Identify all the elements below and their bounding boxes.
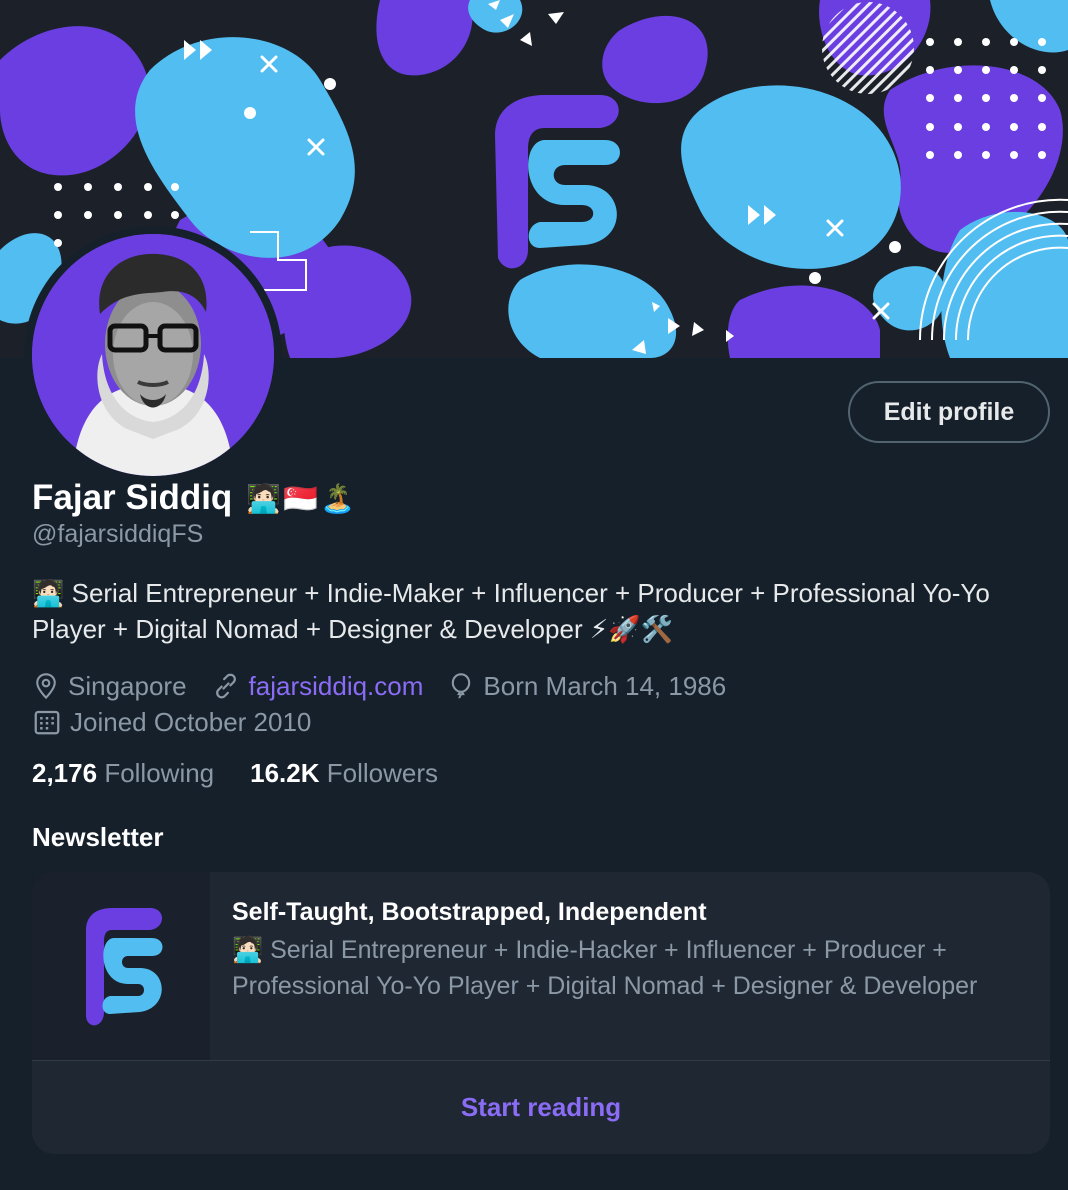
bio-line: Player + Digital Nomad + Designer & Deve… (32, 614, 673, 644)
follow-stats: 2,176 Following 16.2K Followers (32, 758, 438, 789)
birthday-text: Born March 14, 1986 (483, 671, 727, 701)
location-pin-icon (36, 673, 56, 700)
profile-name-row: Fajar Siddiq 🧑🏻‍💻 🇸🇬 🏝️ (32, 476, 355, 520)
newsletter-heading: Newsletter (32, 822, 164, 852)
technologist-emoji: 🧑🏻‍💻 (246, 482, 282, 514)
followers-count: 16.2K (250, 758, 320, 788)
newsletter-card[interactable]: Self-Taught, Bootstrapped, Independent 🧑… (32, 872, 1050, 1154)
profile-handle: @fajarsiddiqFS (32, 520, 204, 548)
location-text: Singapore (68, 671, 187, 701)
newsletter-title: Self-Taught, Bootstrapped, Independent (232, 898, 707, 926)
newsletter-logo (32, 872, 210, 1060)
birthday-item: Born March 14, 1986 (447, 668, 726, 704)
singapore-flag-emoji: 🇸🇬 (283, 482, 319, 514)
website-item[interactable]: fajarsiddiq.com (211, 668, 424, 704)
start-reading-button[interactable]: Start reading (32, 1061, 1050, 1154)
joined-item: Joined October 2010 (32, 704, 311, 740)
following-count: 2,176 (32, 758, 98, 788)
avatar-image (32, 234, 274, 476)
calendar-icon (34, 710, 60, 735)
newsletter-description: 🧑🏻‍💻 Serial Entrepreneur + Indie-Hacker … (232, 936, 978, 1000)
followers-label: Followers (326, 758, 439, 788)
profile-meta: Singapore fajarsiddiq.com Born March 14,… (32, 668, 1042, 740)
location-item: Singapore (32, 668, 187, 704)
balloon-icon (452, 673, 471, 699)
profile-avatar[interactable] (24, 226, 282, 484)
bio-line: 🧑🏻‍💻 Serial Entrepreneur + Indie-Maker +… (32, 578, 990, 608)
profile-bio: 🧑🏻‍💻 Serial Entrepreneur + Indie-Maker +… (32, 575, 1042, 647)
display-name: Fajar Siddiq (32, 478, 233, 517)
website-link[interactable]: fajarsiddiq.com (249, 668, 424, 704)
link-icon (215, 673, 236, 699)
followers-link[interactable]: 16.2K Followers (250, 758, 438, 789)
fs-logo-icon (86, 908, 163, 1026)
name-emoji-group: 🧑🏻‍💻 🇸🇬 🏝️ (246, 482, 355, 515)
following-link[interactable]: 2,176 Following (32, 758, 214, 789)
following-label: Following (104, 758, 215, 788)
joined-text: Joined October 2010 (70, 707, 312, 737)
edit-profile-button[interactable]: Edit profile (848, 381, 1050, 443)
island-emoji: 🏝️ (320, 482, 355, 514)
